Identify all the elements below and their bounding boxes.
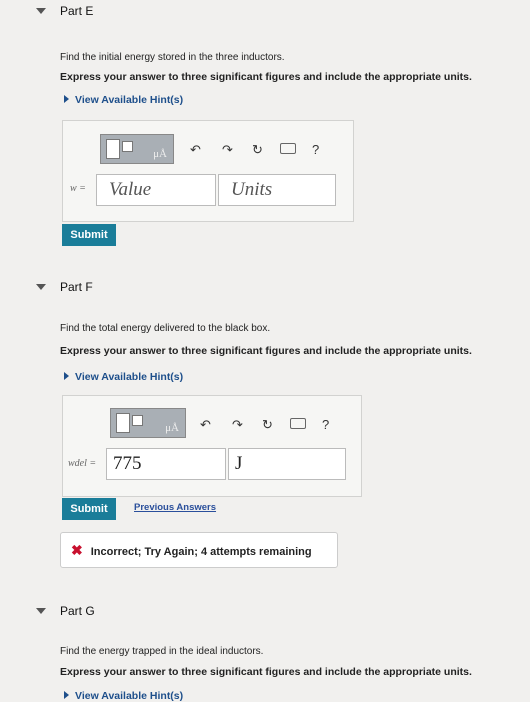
- caret-down-icon: [36, 607, 46, 614]
- undo-icon[interactable]: ↶: [200, 417, 211, 433]
- caret-right-icon: [64, 95, 69, 103]
- part-e-title: Part E: [60, 4, 94, 18]
- part-g-question: Find the energy trapped in the ideal ind…: [60, 646, 264, 657]
- part-g-header[interactable]: Part G: [36, 604, 95, 618]
- caret-down-icon: [36, 283, 46, 290]
- caret-right-icon: [64, 372, 69, 380]
- part-g-title: Part G: [60, 604, 95, 618]
- previous-answers-link[interactable]: Previous Answers: [134, 502, 216, 513]
- part-g-instruction: Express your answer to three significant…: [60, 666, 472, 678]
- x-mark-icon: ✖: [71, 542, 83, 558]
- template-icon[interactable]: μÅ: [110, 408, 186, 438]
- caret-down-icon: [36, 7, 46, 14]
- part-e-instruction: Express your answer to three significant…: [60, 71, 472, 83]
- reset-icon[interactable]: ↻: [262, 417, 273, 433]
- part-e-question: Find the initial energy stored in the th…: [60, 52, 285, 63]
- reset-icon[interactable]: ↻: [252, 142, 263, 158]
- part-f-instruction: Express your answer to three significant…: [60, 345, 472, 357]
- part-e-units-input[interactable]: Units: [218, 174, 336, 206]
- part-f-value-input[interactable]: 775: [106, 448, 226, 480]
- part-f-feedback: ✖ Incorrect; Try Again; 4 attempts remain…: [60, 532, 338, 568]
- keyboard-icon[interactable]: [280, 143, 296, 154]
- part-e-header[interactable]: Part E: [36, 4, 93, 18]
- units-symbol: μÅ: [165, 422, 179, 434]
- part-f-answer-panel: [62, 395, 362, 497]
- redo-icon[interactable]: ↷: [222, 142, 233, 158]
- template-icon[interactable]: μÅ: [100, 134, 174, 164]
- redo-icon[interactable]: ↷: [232, 417, 243, 433]
- part-f-submit-button[interactable]: Submit: [62, 498, 116, 520]
- units-symbol: μÅ: [153, 148, 167, 160]
- part-f-variable-label: wdel =: [68, 458, 97, 469]
- caret-right-icon: [64, 691, 69, 699]
- part-e-value-input[interactable]: Value: [96, 174, 216, 206]
- part-e-submit-button[interactable]: Submit: [62, 224, 116, 246]
- part-g-hint-link[interactable]: View Available Hint(s): [64, 690, 183, 702]
- part-e-hint-link[interactable]: View Available Hint(s): [64, 94, 183, 106]
- part-f-hint-link[interactable]: View Available Hint(s): [64, 371, 183, 383]
- part-f-title: Part F: [60, 280, 93, 294]
- undo-icon[interactable]: ↶: [190, 142, 201, 158]
- part-f-units-input[interactable]: J: [228, 448, 346, 480]
- keyboard-icon[interactable]: [290, 418, 306, 429]
- part-e-variable-label: w =: [70, 183, 86, 194]
- part-f-header[interactable]: Part F: [36, 280, 93, 294]
- help-icon[interactable]: ?: [322, 417, 329, 432]
- part-f-question: Find the total energy delivered to the b…: [60, 323, 271, 334]
- help-icon[interactable]: ?: [312, 142, 319, 157]
